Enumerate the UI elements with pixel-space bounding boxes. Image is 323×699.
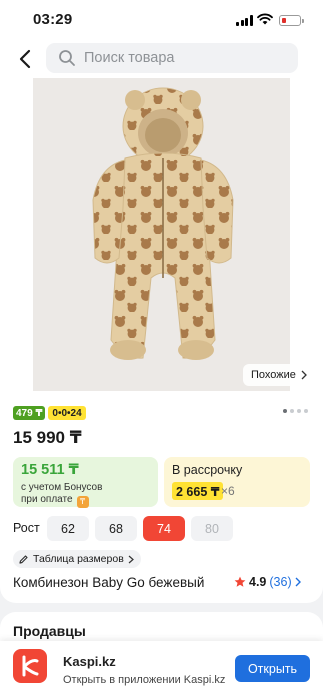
- bonus-price: 15 511 ₸: [21, 462, 79, 478]
- similar-button[interactable]: Похожие: [243, 364, 315, 386]
- similar-label: Похожие: [251, 369, 296, 381]
- kaspi-logo-icon: [13, 649, 47, 683]
- size-table-label: Таблица размеров: [33, 553, 124, 565]
- installment-amount: 2 665 ₸: [172, 482, 224, 500]
- product-card: Похожие 479 ₸ 0•0•24 15 990 ₸ 15 511 ₸ с…: [0, 78, 323, 603]
- back-button[interactable]: [12, 46, 38, 72]
- product-image[interactable]: [33, 78, 290, 391]
- chevron-right-icon: [128, 555, 134, 563]
- sellers-title: Продавцы: [13, 623, 86, 639]
- app-name: Kaspi.kz: [63, 654, 116, 669]
- search-icon: [59, 50, 75, 66]
- rating-value: 4.9: [249, 575, 267, 589]
- wifi-icon: [257, 13, 273, 25]
- bonus-description: с учетом Бонусов при оплате ₸: [21, 482, 102, 508]
- app-subtitle: Открыть в приложении Kaspi.kz: [63, 674, 226, 686]
- bonus-coin-icon: ₸: [76, 496, 89, 508]
- page-dot: [297, 409, 301, 413]
- size-option-74[interactable]: 74: [143, 516, 185, 541]
- page-dot: [283, 409, 287, 413]
- jumpsuit-illustration: [33, 78, 290, 391]
- app-banner: Kaspi.kz Открыть в приложении Kaspi.kz О…: [0, 641, 323, 699]
- status-bar: 03:29: [0, 0, 323, 40]
- pencil-icon: [19, 554, 28, 564]
- size-option-62[interactable]: 62: [47, 516, 89, 541]
- bonus-badge: 479 ₸: [13, 406, 46, 420]
- installment-label: В рассрочку: [172, 463, 243, 477]
- status-time: 03:29: [33, 11, 73, 28]
- chevron-right-icon: [301, 370, 307, 380]
- signal-icon: [236, 15, 253, 26]
- top-bar: Поиск товара: [0, 40, 323, 78]
- chevron-left-icon: [19, 49, 31, 69]
- bonus-text-line1: с учетом Бонусов: [21, 482, 103, 493]
- product-price: 15 990 ₸: [13, 428, 82, 447]
- chevron-right-icon: [295, 577, 301, 587]
- promo-badges: 479 ₸ 0•0•24: [13, 406, 86, 420]
- installment-box[interactable]: В рассрочку 2 665 ₸ ×6: [164, 457, 310, 507]
- reviews-count[interactable]: (36): [269, 575, 291, 589]
- size-table-link[interactable]: Таблица размеров: [13, 550, 141, 568]
- battery-icon: [279, 15, 304, 26]
- page-dot: [304, 409, 308, 413]
- gallery-pagination: [283, 409, 308, 413]
- search-input[interactable]: Поиск товара: [46, 43, 298, 73]
- size-label: Рост: [13, 521, 40, 535]
- page-dot: [290, 409, 294, 413]
- bonus-price-box[interactable]: 15 511 ₸ с учетом Бонусов при оплате ₸: [13, 457, 158, 508]
- size-option-80: 80: [191, 516, 233, 541]
- installment-badge: 0•0•24: [48, 406, 86, 420]
- open-app-button[interactable]: Открыть: [235, 655, 310, 682]
- installment-multiplier: ×6: [221, 484, 235, 498]
- product-rating[interactable]: 4.9 (36): [234, 575, 301, 589]
- size-option-68[interactable]: 68: [95, 516, 137, 541]
- star-icon: [234, 576, 246, 587]
- product-title: Комбинезон Baby Go бежевый: [13, 575, 205, 590]
- search-placeholder: Поиск товара: [84, 50, 175, 66]
- bonus-text-line2: при оплате: [21, 494, 73, 505]
